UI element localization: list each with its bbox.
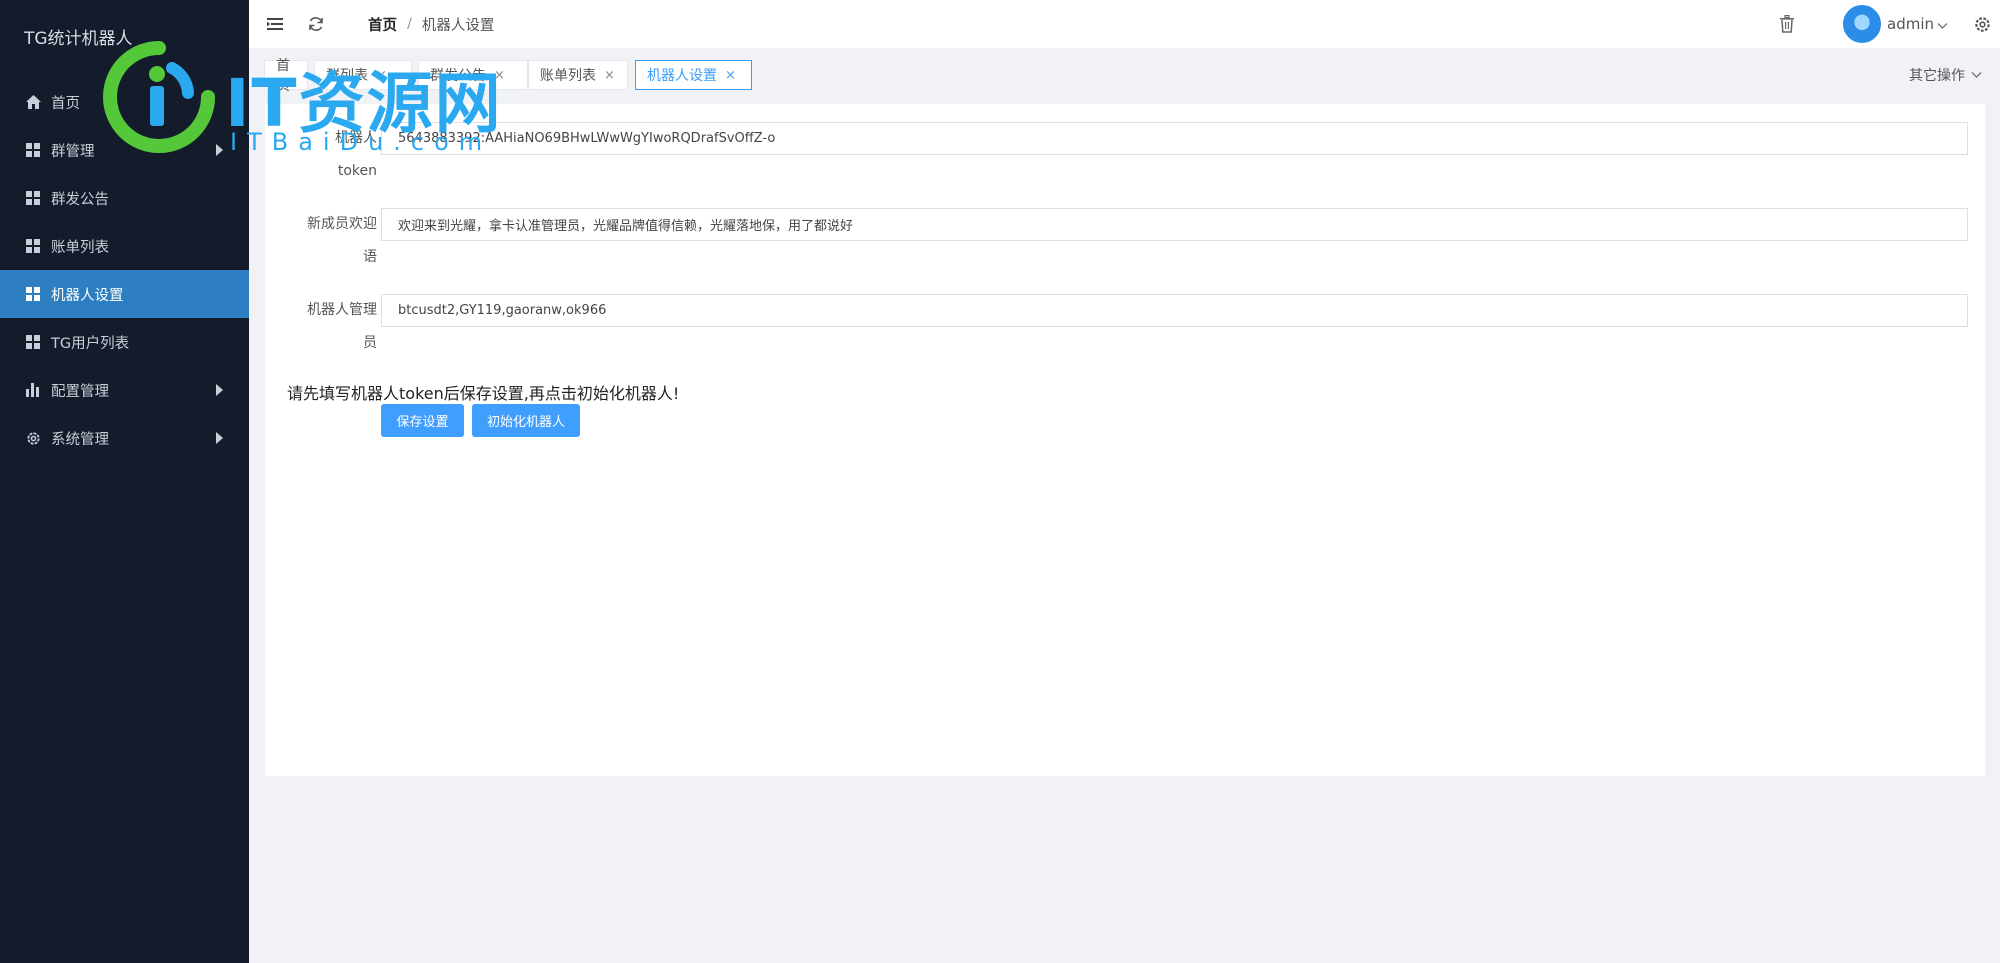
sidebar-item-group-management[interactable]: 群管理 [0, 126, 249, 174]
token-label: 机器人 token [335, 130, 377, 179]
header-actions: admin [1775, 0, 2000, 48]
instruction-hint: 请先填写机器人token后保存设置,再点击初始化机器人! [287, 384, 680, 403]
caret-right-icon [216, 432, 223, 444]
caret-right-icon [216, 384, 223, 396]
breadcrumb-current: 机器人设置 [421, 17, 495, 34]
tabs-bar: 首页 群列表 × 群发公告 × 账单列表 × 机器人设置 × 其它操作 [249, 48, 2000, 104]
chevron-down-icon [1971, 67, 1982, 83]
avatar[interactable] [1843, 5, 1881, 43]
other-operations-label: 其它操作 [1909, 68, 1965, 84]
top-header: 首页 / 机器人设置 admin [249, 0, 2000, 48]
sidebar-item-home[interactable]: 首页 [0, 78, 249, 126]
other-operations-dropdown[interactable]: 其它操作 [1909, 65, 1982, 85]
sidebar-item-label: 首页 [51, 95, 80, 112]
sidebar-item-bills[interactable]: 账单列表 [0, 222, 249, 270]
sidebar-item-label: 群发公告 [51, 191, 109, 208]
sidebar-item-robot-settings[interactable]: 机器人设置 [0, 270, 249, 318]
tab-group-list[interactable]: 群列表 × [314, 60, 412, 90]
tab-label: 账单列表 [540, 68, 596, 84]
grid-icon [25, 238, 41, 254]
sidebar-item-config[interactable]: 配置管理 [0, 366, 249, 414]
sidebar: TG统计机器人 首页 群管理 群发公告 账单列表 机器人设置 TG用户列表 配置… [0, 0, 249, 963]
breadcrumb: 首页 / 机器人设置 [368, 14, 494, 35]
welcome-label: 新成员欢迎 语 [307, 216, 377, 265]
chevron-down-icon[interactable] [1937, 15, 1948, 34]
tab-bills[interactable]: 账单列表 × [528, 60, 628, 90]
close-icon[interactable]: × [725, 68, 736, 83]
username[interactable]: admin [1887, 15, 1934, 33]
sidebar-item-broadcast[interactable]: 群发公告 [0, 174, 249, 222]
sidebar-item-label: 账单列表 [51, 239, 109, 256]
tab-robot-settings[interactable]: 机器人设置 × [635, 60, 752, 90]
close-icon[interactable]: × [494, 68, 505, 83]
robot-admins-input[interactable] [381, 294, 1968, 327]
grid-icon [25, 286, 41, 302]
home-icon [25, 94, 41, 110]
breadcrumb-separator: / [407, 16, 412, 32]
tab-label: 机器人设置 [647, 68, 717, 84]
breadcrumb-home[interactable]: 首页 [368, 14, 397, 35]
tab-label: 群列表 [326, 68, 368, 84]
token-input[interactable] [381, 122, 1968, 155]
tab-label: 首页 [276, 58, 290, 94]
admin-label: 机器人管理 员 [307, 302, 377, 351]
grid-icon [25, 190, 41, 206]
sidebar-item-label: 机器人设置 [51, 287, 124, 304]
bar-chart-icon [25, 382, 41, 398]
menu-toggle-icon[interactable] [263, 12, 287, 36]
settings-panel: 机器人 token 新成员欢迎 语 机器人管理 员 请先填写机器人token后保… [265, 104, 1985, 776]
welcome-message-input[interactable] [381, 208, 1968, 241]
trash-icon[interactable] [1775, 12, 1799, 36]
grid-icon [25, 142, 41, 158]
sidebar-item-system[interactable]: 系统管理 [0, 414, 249, 462]
save-settings-button[interactable]: 保存设置 [381, 404, 464, 437]
tab-broadcast[interactable]: 群发公告 × [418, 60, 528, 90]
caret-right-icon [216, 144, 223, 156]
close-icon[interactable]: × [604, 68, 615, 83]
settings-gear-icon[interactable] [1970, 12, 1994, 36]
sidebar-item-label: 系统管理 [51, 431, 109, 448]
sidebar-item-label: TG用户列表 [51, 335, 130, 352]
refresh-icon[interactable] [304, 12, 328, 36]
close-icon[interactable]: × [376, 68, 387, 83]
app-brand: TG统计机器人 [24, 29, 133, 49]
tab-home[interactable]: 首页 [264, 58, 308, 94]
gear-icon [25, 430, 41, 446]
sidebar-item-label: 群管理 [51, 143, 95, 160]
sidebar-menu: 首页 群管理 群发公告 账单列表 机器人设置 TG用户列表 配置管理 系统管理 [0, 78, 249, 462]
tab-label: 群发公告 [430, 68, 486, 84]
init-robot-button[interactable]: 初始化机器人 [472, 404, 580, 437]
sidebar-item-tg-users[interactable]: TG用户列表 [0, 318, 249, 366]
sidebar-item-label: 配置管理 [51, 383, 109, 400]
grid-icon [25, 334, 41, 350]
